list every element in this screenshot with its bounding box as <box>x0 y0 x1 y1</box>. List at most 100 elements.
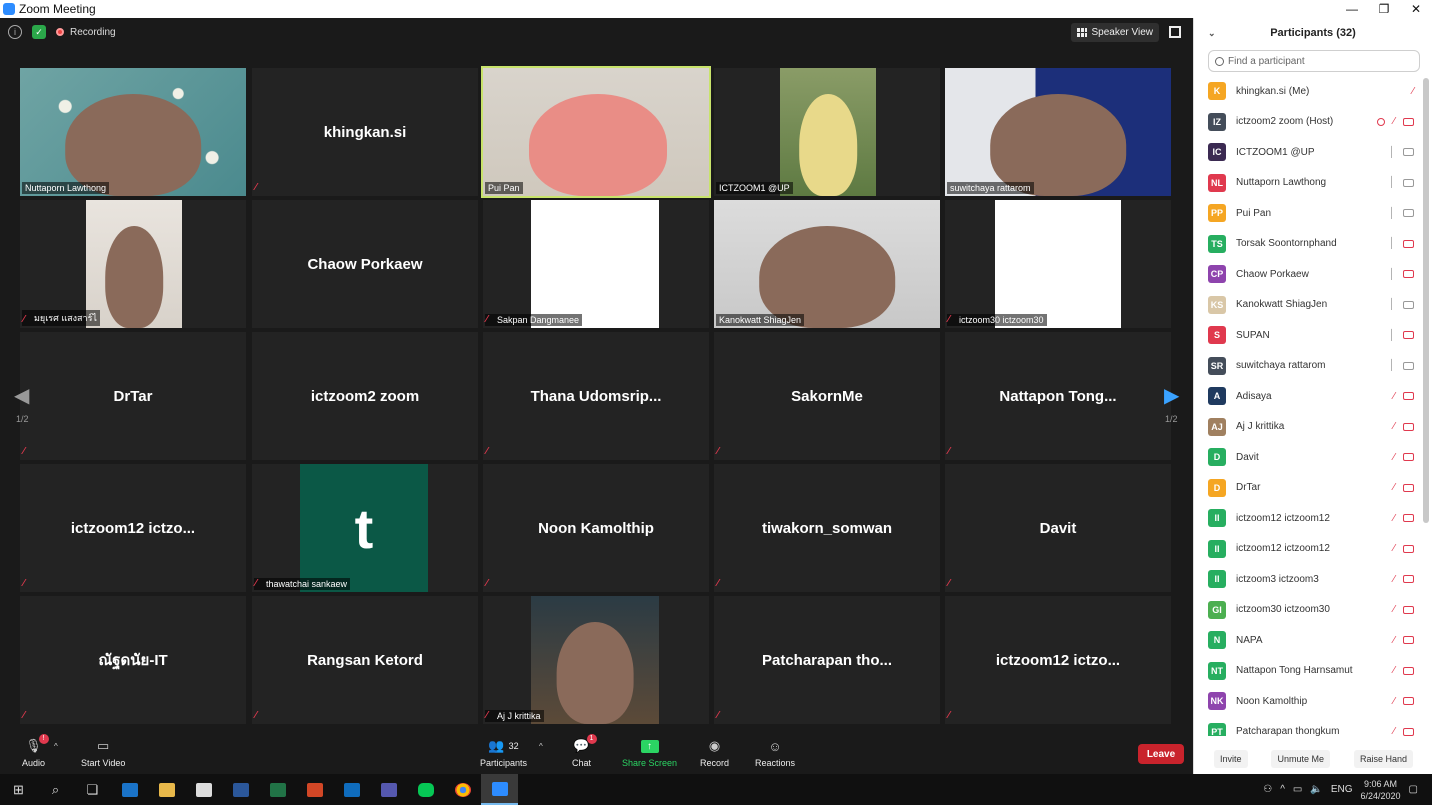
participant-row[interactable]: NK Noon Kamolthip ⁄ <box>1194 686 1420 717</box>
language-indicator[interactable]: ENG <box>1331 784 1353 795</box>
video-tile[interactable]: DrTar ⁄ <box>20 332 246 460</box>
participant-row[interactable]: II ictzoom3 ictzoom3 ⁄ <box>1194 564 1420 595</box>
next-page-arrow-icon[interactable]: ▶ <box>1164 383 1179 408</box>
people-icon[interactable]: ⚇ <box>1263 784 1272 795</box>
file-explorer-icon[interactable] <box>148 774 185 805</box>
participant-row[interactable]: D DrTar ⁄ <box>1194 473 1420 504</box>
fullscreen-icon[interactable] <box>1169 26 1181 38</box>
video-off-icon <box>1403 514 1414 523</box>
volume-icon[interactable]: 🔈 <box>1310 784 1322 795</box>
participant-row[interactable]: PT Patcharapan thongkum ⁄ <box>1194 717 1420 736</box>
shield-icon[interactable]: ✓ <box>32 25 46 39</box>
tray-chevron-icon[interactable]: ^ <box>1280 784 1285 795</box>
participant-row[interactable]: S SUPAN │ <box>1194 320 1420 351</box>
participant-row[interactable]: IZ ictzoom2 zoom (Host) ⁄ <box>1194 107 1420 138</box>
meeting-toolbar: 🎙! Audio ^ ▭ Start Video 👥 32 Participant… <box>0 734 1193 772</box>
video-tile[interactable]: ictzoom12 ictzo... ⁄ <box>20 464 246 592</box>
windows-start-icon[interactable]: ⊞ <box>0 774 37 805</box>
video-tile[interactable]: SakornMe ⁄ <box>714 332 940 460</box>
participant-row[interactable]: SR suwitchaya rattarom │ <box>1194 351 1420 382</box>
chat-button[interactable]: 💬 1 Chat <box>572 734 597 768</box>
store-icon[interactable] <box>185 774 222 805</box>
word-icon[interactable] <box>222 774 259 805</box>
find-participant-input[interactable]: Find a participant <box>1208 50 1420 72</box>
avatar: KS <box>1208 295 1226 314</box>
restore-button[interactable]: ❐ <box>1368 2 1400 16</box>
invite-button[interactable]: Invite <box>1213 750 1248 768</box>
participant-row[interactable]: KS Kanokwatt ShiagJen │ <box>1194 290 1420 321</box>
close-button[interactable]: ✕ <box>1400 2 1432 16</box>
audio-options-chevron-icon[interactable]: ^ <box>54 742 58 751</box>
video-tile[interactable]: มยุเรศ แสงสาร์ไ ⁄ <box>20 200 246 328</box>
participant-row[interactable]: PP Pui Pan │ <box>1194 198 1420 229</box>
reactions-button[interactable]: ☺ Reactions <box>755 738 795 769</box>
raise-hand-button[interactable]: Raise Hand <box>1353 750 1413 768</box>
video-tile[interactable]: Nuttaporn Lawthong <box>20 68 246 196</box>
muted-mic-icon: ⁄ <box>948 578 950 589</box>
participant-row[interactable]: CP Chaow Porkaew │ <box>1194 259 1420 290</box>
start-video-button[interactable]: ▭ Start Video <box>81 738 125 768</box>
teams-icon[interactable] <box>370 774 407 805</box>
video-tile[interactable]: t thawatchai sankaew ⁄ <box>252 464 478 592</box>
video-tile[interactable]: Noon Kamolthip ⁄ <box>483 464 709 592</box>
powerpoint-icon[interactable] <box>296 774 333 805</box>
clock[interactable]: 9:06 AM 6/24/2020 <box>1361 778 1401 802</box>
participant-row[interactable]: NL Nuttaporn Lawthong │ <box>1194 168 1420 199</box>
video-tile[interactable]: Rangsan Ketord ⁄ <box>252 596 478 724</box>
participants-options-chevron-icon[interactable]: ^ <box>539 742 543 751</box>
participants-button[interactable]: 👥 32 Participants <box>480 738 527 768</box>
video-tile[interactable]: Chaow Porkaew <box>252 200 478 328</box>
video-tile[interactable]: suwitchaya rattarom <box>945 68 1171 196</box>
video-tile[interactable]: Kanokwatt ShiagJen <box>714 200 940 328</box>
participant-row[interactable]: TS Torsak Soontornphand │ <box>1194 229 1420 260</box>
speaker-view-button[interactable]: Speaker View <box>1071 22 1159 42</box>
search-icon[interactable]: ⌕ <box>37 774 74 805</box>
participant-row[interactable]: GI ictzoom30 ictzoom30 ⁄ <box>1194 595 1420 626</box>
video-tile[interactable]: Sakpan Dangmanee ⁄ <box>483 200 709 328</box>
video-tile[interactable]: tiwakorn_somwan ⁄ <box>714 464 940 592</box>
participant-row[interactable]: IC ICTZOOM1 @UP │ <box>1194 137 1420 168</box>
participant-list-scrollbar[interactable] <box>1423 78 1429 523</box>
task-view-icon[interactable]: ❏ <box>74 774 111 805</box>
record-button[interactable]: ◉ Record <box>700 738 729 768</box>
participant-row[interactable]: D Davit ⁄ <box>1194 442 1420 473</box>
line-icon[interactable] <box>407 774 444 805</box>
audio-button[interactable]: 🎙! Audio <box>22 734 49 768</box>
video-tile[interactable]: ICTZOOM1 @UP <box>714 68 940 196</box>
video-tile[interactable]: ณัฐดนัย-IT ⁄ <box>20 596 246 724</box>
mail-icon[interactable] <box>333 774 370 805</box>
video-tile[interactable]: Davit ⁄ <box>945 464 1171 592</box>
video-tile[interactable]: ictzoom2 zoom <box>252 332 478 460</box>
chrome-icon[interactable] <box>444 774 481 805</box>
video-off-icon <box>1403 697 1414 706</box>
video-tile[interactable]: ictzoom12 ictzo... ⁄ <box>945 596 1171 724</box>
notifications-icon[interactable]: ▢ <box>1409 784 1418 795</box>
video-tile[interactable]: ictzoom30 ictzoom30 ⁄ <box>945 200 1171 328</box>
participant-row[interactable]: A Adisaya ⁄ <box>1194 381 1420 412</box>
participant-row[interactable]: AJ Aj J krittika ⁄ <box>1194 412 1420 443</box>
video-tile[interactable]: Patcharapan tho... ⁄ <box>714 596 940 724</box>
prev-page-arrow-icon[interactable]: ◀ <box>14 383 29 408</box>
participant-row[interactable]: II ictzoom12 ictzoom12 ⁄ <box>1194 534 1420 565</box>
participant-row[interactable]: II ictzoom12 ictzoom12 ⁄ <box>1194 503 1420 534</box>
video-tile[interactable]: Aj J krittika ⁄ <box>483 596 709 724</box>
leave-button[interactable]: Leave <box>1138 744 1184 764</box>
video-tile[interactable]: khingkan.si ⁄ <box>252 68 478 196</box>
video-tile[interactable]: Thana Udomsrip... ⁄ <box>483 332 709 460</box>
excel-icon[interactable] <box>259 774 296 805</box>
participant-row[interactable]: Kkhingkan.si (Me) ⁄ <box>1194 76 1420 107</box>
video-tile[interactable]: Pui Pan <box>481 66 711 198</box>
edge-icon[interactable] <box>111 774 148 805</box>
video-tile[interactable]: Nattapon Tong... ⁄ <box>945 332 1171 460</box>
avatar: NK <box>1208 692 1226 711</box>
minimize-button[interactable]: — <box>1336 2 1368 16</box>
network-icon[interactable]: ▭ <box>1293 784 1302 795</box>
participant-video <box>945 68 1171 196</box>
participant-row[interactable]: N NAPA ⁄ <box>1194 625 1420 656</box>
share-screen-button[interactable]: ↑ Share Screen <box>622 738 677 768</box>
info-icon[interactable]: i <box>8 25 22 39</box>
participant-row[interactable]: NT Nattapon Tong Harnsamut ⁄ <box>1194 656 1420 687</box>
collapse-chevron-icon[interactable]: ⌄ <box>1208 28 1216 39</box>
zoom-taskbar-icon[interactable] <box>481 774 518 805</box>
unmute-me-button[interactable]: Unmute Me <box>1271 750 1330 768</box>
